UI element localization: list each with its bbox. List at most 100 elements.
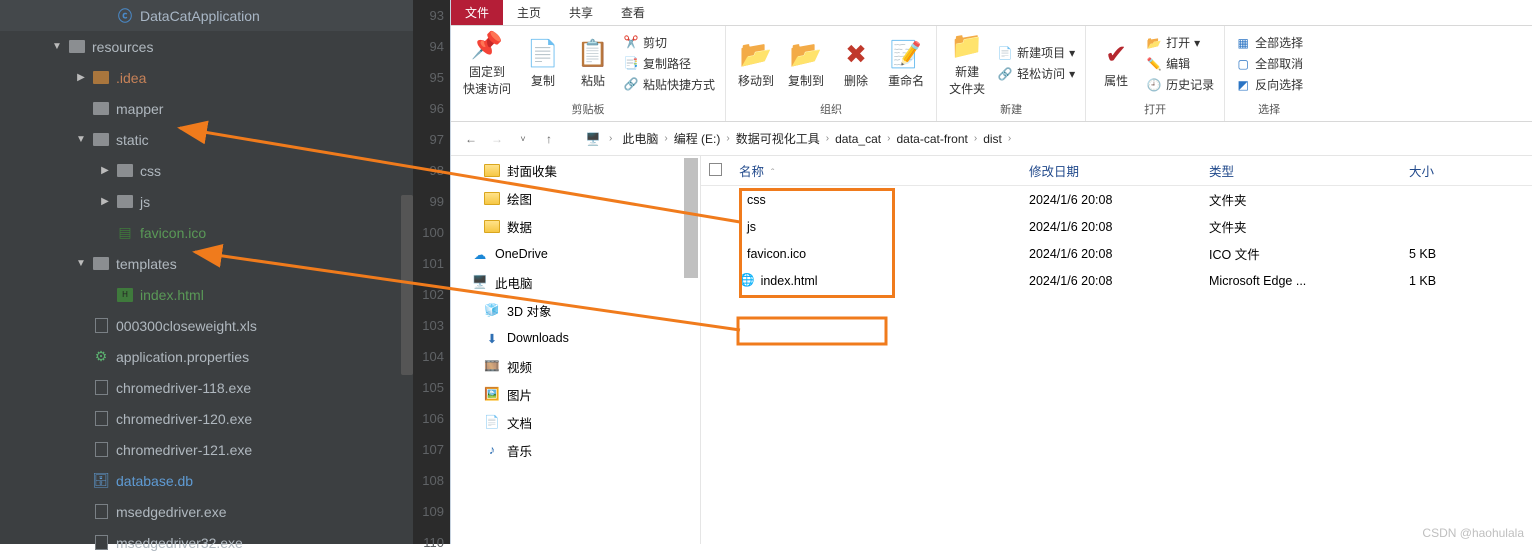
easyaccess-icon: 🔗 <box>997 66 1013 82</box>
breadcrumb-item[interactable]: 此电脑 <box>618 128 662 149</box>
chevron-icon: ▶ <box>98 164 112 178</box>
ide-tree-item[interactable]: ▶js <box>0 186 413 217</box>
file-row[interactable]: js2024/1/6 20:08文件夹 <box>701 213 1532 240</box>
col-date[interactable]: 修改日期 <box>1021 161 1201 180</box>
navpane-item[interactable]: 封面收集 <box>451 156 700 184</box>
recent-button[interactable]: ˅ <box>513 129 533 149</box>
navpane-item[interactable]: 🖼️图片 <box>451 380 700 408</box>
copy-button[interactable]: 📄 复制 <box>521 36 565 91</box>
invert-icon: ◩ <box>1235 77 1251 93</box>
ide-tree-item[interactable]: ▶msedgedriver32.exe <box>0 527 413 558</box>
ribbon-group-organize: 📂移动到 📂复制到 ✖删除 📝重命名 组织 <box>726 26 937 121</box>
pin-quickaccess-button[interactable]: 📌 固定到 快速访问 <box>459 27 515 99</box>
folder-icon <box>739 193 741 207</box>
navpane-item[interactable]: ☁OneDrive <box>451 240 700 268</box>
column-headers: 名称 ˆ 修改日期 类型 大小 <box>701 156 1532 186</box>
navpane-item[interactable]: ♪音乐 <box>451 436 700 464</box>
navpane-item[interactable]: 🧊3D 对象 <box>451 296 700 324</box>
ide-tree-item[interactable]: ▶chromedriver-118.exe <box>0 372 413 403</box>
ide-tree-item[interactable]: ▼static <box>0 124 413 155</box>
file-row[interactable]: favicon.ico2024/1/6 20:08ICO 文件5 KB <box>701 240 1532 267</box>
line-number: 107 <box>413 434 444 465</box>
navpane-item[interactable]: 📄文档 <box>451 408 700 436</box>
breadcrumb-item[interactable]: data_cat <box>831 130 885 148</box>
navpane-item[interactable]: ⬇Downloads <box>451 324 700 352</box>
video-icon: 🎞️ <box>483 357 501 375</box>
ide-tree-item[interactable]: ▶msedgedriver.exe <box>0 496 413 527</box>
navpane-item[interactable]: 🖥️此电脑 <box>451 268 700 296</box>
history-button[interactable]: 🕘历史记录 <box>1144 75 1216 94</box>
edit-button[interactable]: ✏️编辑 <box>1144 54 1192 73</box>
ide-tree-item[interactable]: ▶Hindex.html <box>0 279 413 310</box>
col-size[interactable]: 大小 <box>1401 161 1521 180</box>
ide-tree-item[interactable]: ▶▤favicon.ico <box>0 217 413 248</box>
cut-button[interactable]: ✂️剪切 <box>621 33 669 52</box>
delete-button[interactable]: ✖删除 <box>834 36 878 91</box>
breadcrumb-item[interactable]: 编程 (E:) <box>670 128 725 149</box>
ribbon-tab[interactable]: 主页 <box>503 0 555 25</box>
ide-tree-item[interactable]: ▶mapper <box>0 93 413 124</box>
properties-button[interactable]: ✔属性 <box>1094 36 1138 91</box>
ide-tree-label: css <box>140 163 161 179</box>
open-button[interactable]: 📂打开 ▾ <box>1144 33 1202 52</box>
navpane-item[interactable]: 🎞️ 视频 <box>451 352 700 380</box>
breadcrumb-item[interactable]: 数据可视化工具 <box>732 128 824 149</box>
selectnone-button[interactable]: ▢全部取消 <box>1233 54 1305 73</box>
select-all-checkbox[interactable] <box>709 163 722 176</box>
copyto-button[interactable]: 📂复制到 <box>784 36 828 91</box>
ribbon-tabs: 文件主页共享查看 <box>451 0 1532 26</box>
ide-tree-item[interactable]: ▼ resources <box>0 31 413 62</box>
ide-tree-item[interactable]: ▶chromedriver-120.exe <box>0 403 413 434</box>
breadcrumb-item[interactable]: data-cat-front <box>892 130 971 148</box>
ide-tree-item[interactable]: ▶🗄database.db <box>0 465 413 496</box>
chevron-icon: ▼ <box>50 40 64 54</box>
folder-icon <box>68 38 86 56</box>
ide-tree-item[interactable]: ▶ⓒDataCatApplication <box>0 0 413 31</box>
ribbon-tab[interactable]: 查看 <box>607 0 659 25</box>
ico-icon: ▤ <box>116 224 134 242</box>
chevron-right-icon: › <box>826 133 829 144</box>
paste-shortcut-button[interactable]: 🔗粘贴快捷方式 <box>621 75 717 94</box>
navpane-item[interactable]: 绘图 <box>451 184 700 212</box>
invert-button[interactable]: ◩反向选择 <box>1233 75 1305 94</box>
newfolder-button[interactable]: 📁新建 文件夹 <box>945 27 989 99</box>
ide-tree-item[interactable]: ▶.idea <box>0 62 413 93</box>
navpane-label: 视频 <box>507 357 532 376</box>
ide-tree-label: database.db <box>116 473 193 489</box>
copypath-button[interactable]: 📑复制路径 <box>621 54 693 73</box>
ide-scrollbar-thumb[interactable] <box>401 195 413 375</box>
ide-tree-item[interactable]: ▶⚙application.properties <box>0 341 413 372</box>
navpane-scrollbar[interactable] <box>684 156 698 544</box>
ribbon-tab[interactable]: 共享 <box>555 0 607 25</box>
ide-tree-item[interactable]: ▶chromedriver-121.exe <box>0 434 413 465</box>
col-type[interactable]: 类型 <box>1201 161 1401 180</box>
selectall-button[interactable]: ▦全部选择 <box>1233 33 1305 52</box>
ribbon-tab[interactable]: 文件 <box>451 0 503 25</box>
newitem-button[interactable]: 📄新建项目 ▾ <box>995 43 1077 62</box>
paste-icon: 📋 <box>577 38 609 70</box>
ide-tree-label: application.properties <box>116 349 249 365</box>
forward-button[interactable]: → <box>487 129 507 149</box>
ide-tree-label: DataCatApplication <box>140 8 260 24</box>
ide-tree-item[interactable]: ▶000300closeweight.xls <box>0 310 413 341</box>
file-row[interactable]: 🌐index.html2024/1/6 20:08Microsoft Edge … <box>701 267 1532 294</box>
file-date: 2024/1/6 20:08 <box>1021 220 1201 234</box>
rename-button[interactable]: 📝重命名 <box>884 36 928 91</box>
file-name: index.html <box>761 274 818 288</box>
line-number: 96 <box>413 93 444 124</box>
paste-button[interactable]: 📋 粘贴 <box>571 36 615 91</box>
file-date: 2024/1/6 20:08 <box>1021 247 1201 261</box>
ide-tree-label: resources <box>92 39 153 55</box>
breadcrumb-item[interactable]: dist <box>979 130 1006 148</box>
ide-tree-item[interactable]: ▼templates <box>0 248 413 279</box>
back-button[interactable]: ← <box>461 129 481 149</box>
moveto-button[interactable]: 📂移动到 <box>734 36 778 91</box>
prop-icon: ⚙ <box>92 348 110 366</box>
file-row[interactable]: css2024/1/6 20:08文件夹 <box>701 186 1532 213</box>
down-icon: ⬇ <box>483 329 501 347</box>
up-button[interactable]: ↑ <box>539 129 559 149</box>
navpane-item[interactable]: 数据 <box>451 212 700 240</box>
ide-tree-item[interactable]: ▶ css <box>0 155 413 186</box>
col-name[interactable]: 名称 ˆ <box>731 161 1021 180</box>
easyaccess-button[interactable]: 🔗轻松访问 ▾ <box>995 64 1077 83</box>
